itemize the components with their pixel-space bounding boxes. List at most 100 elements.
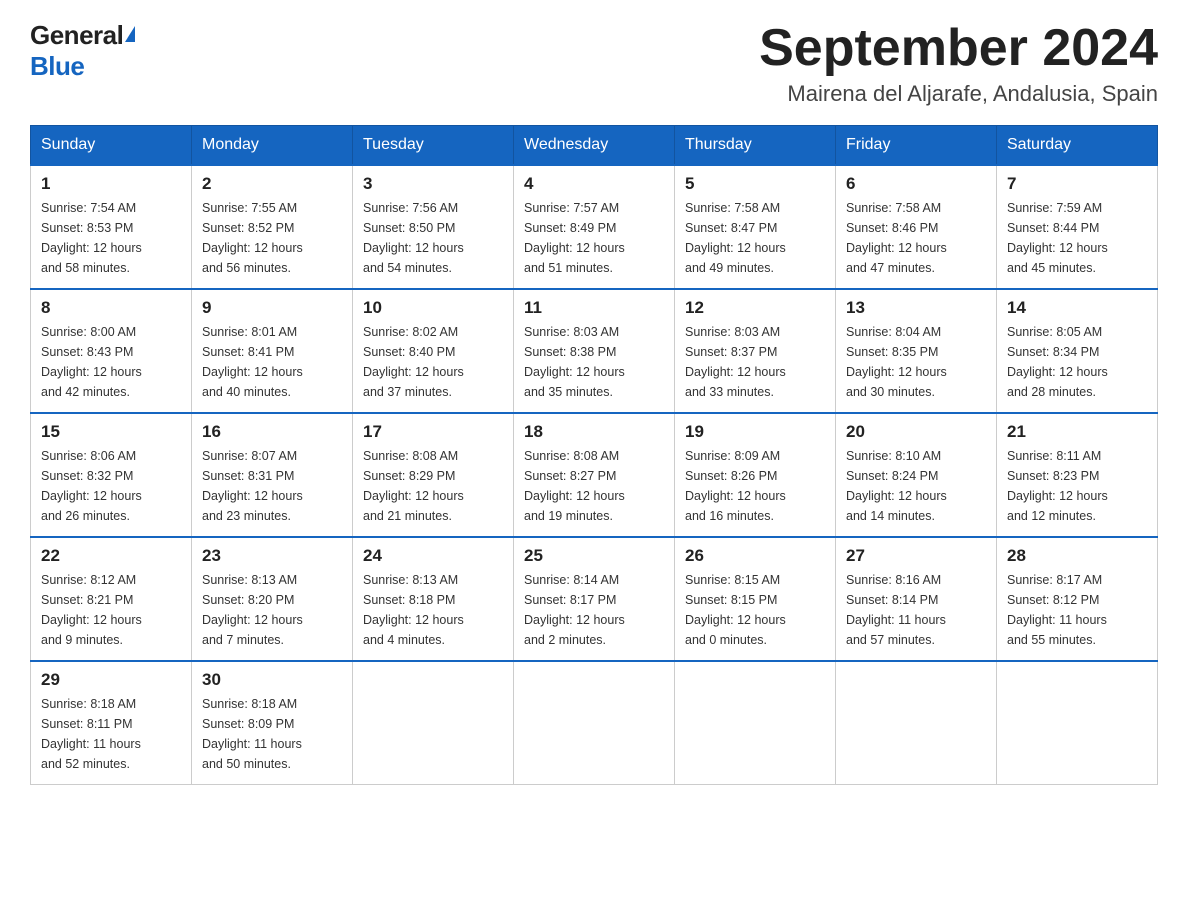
logo-general: General [30,20,123,51]
weekday-header-thursday: Thursday [675,126,836,166]
title-section: September 2024 Mairena del Aljarafe, And… [759,20,1158,107]
week-row-2: 8 Sunrise: 8:00 AMSunset: 8:43 PMDaylight… [31,289,1158,413]
calendar-cell: 13 Sunrise: 8:04 AMSunset: 8:35 PMDayligh… [836,289,997,413]
calendar-cell: 29Sunrise: 8:18 AMSunset: 8:11 PMDayligh… [31,661,192,785]
weekday-header-monday: Monday [192,126,353,166]
day-number: 17 [363,422,503,442]
calendar-cell [836,661,997,785]
day-number: 14 [1007,298,1147,318]
day-number: 5 [685,174,825,194]
day-info: Sunrise: 7:58 AMSunset: 8:47 PMDaylight:… [685,198,825,278]
day-number: 6 [846,174,986,194]
day-info: Sunrise: 7:55 AMSunset: 8:52 PMDaylight:… [202,198,342,278]
day-info: Sunrise: 8:13 AMSunset: 8:18 PMDaylight:… [363,570,503,650]
day-info: Sunrise: 8:10 AMSunset: 8:24 PMDaylight:… [846,446,986,526]
day-number: 8 [41,298,181,318]
day-number: 19 [685,422,825,442]
day-number: 12 [685,298,825,318]
weekday-header-friday: Friday [836,126,997,166]
calendar-cell: 30Sunrise: 8:18 AMSunset: 8:09 PMDayligh… [192,661,353,785]
calendar-cell: 28 Sunrise: 8:17 AMSunset: 8:12 PMDayligh… [997,537,1158,661]
calendar-cell [353,661,514,785]
calendar-cell: 20 Sunrise: 8:10 AMSunset: 8:24 PMDayligh… [836,413,997,537]
day-number: 27 [846,546,986,566]
day-info: Sunrise: 8:03 AMSunset: 8:37 PMDaylight:… [685,322,825,402]
day-info: Sunrise: 8:09 AMSunset: 8:26 PMDaylight:… [685,446,825,526]
day-number: 15 [41,422,181,442]
weekday-header-sunday: Sunday [31,126,192,166]
day-number: 4 [524,174,664,194]
calendar-subtitle: Mairena del Aljarafe, Andalusia, Spain [759,81,1158,107]
week-row-4: 22Sunrise: 8:12 AMSunset: 8:21 PMDayligh… [31,537,1158,661]
day-number: 11 [524,298,664,318]
day-number: 21 [1007,422,1147,442]
day-number: 13 [846,298,986,318]
day-info: Sunrise: 8:07 AMSunset: 8:31 PMDaylight:… [202,446,342,526]
calendar-cell: 15Sunrise: 8:06 AMSunset: 8:32 PMDayligh… [31,413,192,537]
calendar-cell: 21 Sunrise: 8:11 AMSunset: 8:23 PMDayligh… [997,413,1158,537]
calendar-cell: 17Sunrise: 8:08 AMSunset: 8:29 PMDayligh… [353,413,514,537]
day-number: 3 [363,174,503,194]
calendar-cell [675,661,836,785]
day-info: Sunrise: 7:57 AMSunset: 8:49 PMDaylight:… [524,198,664,278]
calendar-cell: 22Sunrise: 8:12 AMSunset: 8:21 PMDayligh… [31,537,192,661]
day-info: Sunrise: 7:59 AMSunset: 8:44 PMDaylight:… [1007,198,1147,278]
calendar-cell: 10Sunrise: 8:02 AMSunset: 8:40 PMDayligh… [353,289,514,413]
calendar-cell: 27 Sunrise: 8:16 AMSunset: 8:14 PMDayligh… [836,537,997,661]
calendar-cell: 6 Sunrise: 7:58 AMSunset: 8:46 PMDaylight… [836,165,997,289]
calendar-cell: 16 Sunrise: 8:07 AMSunset: 8:31 PMDayligh… [192,413,353,537]
day-info: Sunrise: 7:56 AMSunset: 8:50 PMDaylight:… [363,198,503,278]
day-info: Sunrise: 7:58 AMSunset: 8:46 PMDaylight:… [846,198,986,278]
day-number: 28 [1007,546,1147,566]
logo: General Blue [30,20,135,82]
day-number: 16 [202,422,342,442]
logo-blue: Blue [30,51,84,82]
calendar-cell: 7 Sunrise: 7:59 AMSunset: 8:44 PMDaylight… [997,165,1158,289]
calendar-cell: 1Sunrise: 7:54 AMSunset: 8:53 PMDaylight… [31,165,192,289]
day-info: Sunrise: 8:03 AMSunset: 8:38 PMDaylight:… [524,322,664,402]
calendar-cell: 23 Sunrise: 8:13 AMSunset: 8:20 PMDayligh… [192,537,353,661]
day-number: 23 [202,546,342,566]
day-number: 26 [685,546,825,566]
calendar-cell: 8 Sunrise: 8:00 AMSunset: 8:43 PMDaylight… [31,289,192,413]
week-row-3: 15Sunrise: 8:06 AMSunset: 8:32 PMDayligh… [31,413,1158,537]
week-row-5: 29Sunrise: 8:18 AMSunset: 8:11 PMDayligh… [31,661,1158,785]
day-info: Sunrise: 7:54 AMSunset: 8:53 PMDaylight:… [41,198,181,278]
day-info: Sunrise: 8:15 AMSunset: 8:15 PMDaylight:… [685,570,825,650]
calendar-table: SundayMondayTuesdayWednesdayThursdayFrid… [30,125,1158,785]
day-number: 7 [1007,174,1147,194]
weekday-header-saturday: Saturday [997,126,1158,166]
day-info: Sunrise: 8:00 AMSunset: 8:43 PMDaylight:… [41,322,181,402]
day-info: Sunrise: 8:18 AMSunset: 8:11 PMDaylight:… [41,694,181,774]
calendar-cell: 12 Sunrise: 8:03 AMSunset: 8:37 PMDayligh… [675,289,836,413]
calendar-cell: 3 Sunrise: 7:56 AMSunset: 8:50 PMDaylight… [353,165,514,289]
weekday-header-wednesday: Wednesday [514,126,675,166]
calendar-cell [997,661,1158,785]
day-info: Sunrise: 8:17 AMSunset: 8:12 PMDaylight:… [1007,570,1147,650]
day-info: Sunrise: 8:05 AMSunset: 8:34 PMDaylight:… [1007,322,1147,402]
day-number: 20 [846,422,986,442]
day-info: Sunrise: 8:16 AMSunset: 8:14 PMDaylight:… [846,570,986,650]
day-info: Sunrise: 8:11 AMSunset: 8:23 PMDaylight:… [1007,446,1147,526]
day-number: 25 [524,546,664,566]
weekday-header-row: SundayMondayTuesdayWednesdayThursdayFrid… [31,126,1158,166]
day-info: Sunrise: 8:14 AMSunset: 8:17 PMDaylight:… [524,570,664,650]
week-row-1: 1Sunrise: 7:54 AMSunset: 8:53 PMDaylight… [31,165,1158,289]
day-info: Sunrise: 8:02 AMSunset: 8:40 PMDaylight:… [363,322,503,402]
calendar-cell: 19 Sunrise: 8:09 AMSunset: 8:26 PMDayligh… [675,413,836,537]
calendar-cell: 14 Sunrise: 8:05 AMSunset: 8:34 PMDayligh… [997,289,1158,413]
day-info: Sunrise: 8:13 AMSunset: 8:20 PMDaylight:… [202,570,342,650]
calendar-cell [514,661,675,785]
calendar-cell: 5 Sunrise: 7:58 AMSunset: 8:47 PMDaylight… [675,165,836,289]
day-info: Sunrise: 8:08 AMSunset: 8:27 PMDaylight:… [524,446,664,526]
calendar-title: September 2024 [759,20,1158,77]
day-info: Sunrise: 8:04 AMSunset: 8:35 PMDaylight:… [846,322,986,402]
header: General Blue September 2024 Mairena del … [30,20,1158,107]
day-info: Sunrise: 8:18 AMSunset: 8:09 PMDaylight:… [202,694,342,774]
logo-triangle-icon [125,26,135,42]
calendar-cell: 24Sunrise: 8:13 AMSunset: 8:18 PMDayligh… [353,537,514,661]
calendar-cell: 9Sunrise: 8:01 AMSunset: 8:41 PMDaylight… [192,289,353,413]
calendar-cell: 11 Sunrise: 8:03 AMSunset: 8:38 PMDayligh… [514,289,675,413]
day-number: 18 [524,422,664,442]
weekday-header-tuesday: Tuesday [353,126,514,166]
